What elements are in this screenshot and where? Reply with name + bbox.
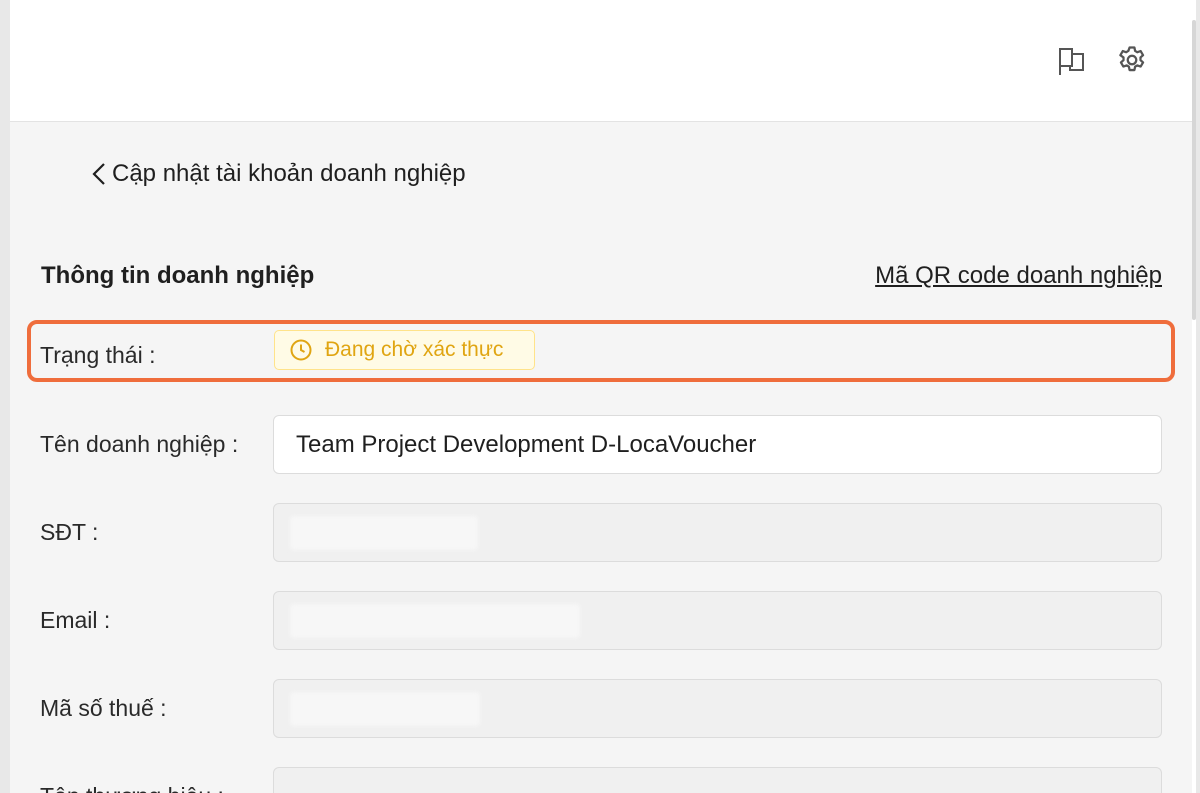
status-value: Đang chờ xác thực: [325, 338, 504, 361]
email-input: [273, 591, 1162, 650]
tax-code-label: Mã số thuế :: [40, 695, 167, 721]
chevron-left-icon: [92, 163, 105, 185]
clock-icon: [290, 339, 312, 361]
company-name-label: Tên doanh nghiệp :: [40, 431, 239, 457]
tax-code-redacted: [290, 692, 480, 726]
email-redacted: [290, 604, 580, 638]
back-link[interactable]: Cập nhật tài khoản doanh nghiệp: [90, 158, 466, 190]
brand-name-label: Tên thương hiệu :: [40, 783, 224, 793]
scrollbar-thumb[interactable]: [1192, 20, 1196, 320]
phone-input: [273, 503, 1162, 562]
status-label: Trạng thái :: [40, 342, 156, 368]
qr-code-link[interactable]: Mã QR code doanh nghiệp: [875, 262, 1162, 290]
status-badge: Đang chờ xác thực: [274, 330, 535, 370]
flag-icon[interactable]: [1052, 42, 1090, 80]
company-name-input[interactable]: [273, 415, 1162, 474]
app-window: Cập nhật tài khoản doanh nghiệp Thông ti…: [10, 0, 1196, 793]
tax-code-input: [273, 679, 1162, 738]
email-label: Email :: [40, 607, 111, 633]
back-link-label: Cập nhật tài khoản doanh nghiệp: [112, 160, 466, 187]
phone-label: SĐT :: [40, 519, 99, 545]
scrollbar[interactable]: [1192, 0, 1196, 793]
gear-icon[interactable]: [1113, 42, 1151, 80]
phone-redacted: [290, 516, 478, 550]
brand-name-input: [273, 767, 1162, 793]
top-bar: [10, 0, 1196, 122]
status-highlight-box: [27, 320, 1175, 382]
section-title: Thông tin doanh nghiệp: [41, 262, 315, 289]
